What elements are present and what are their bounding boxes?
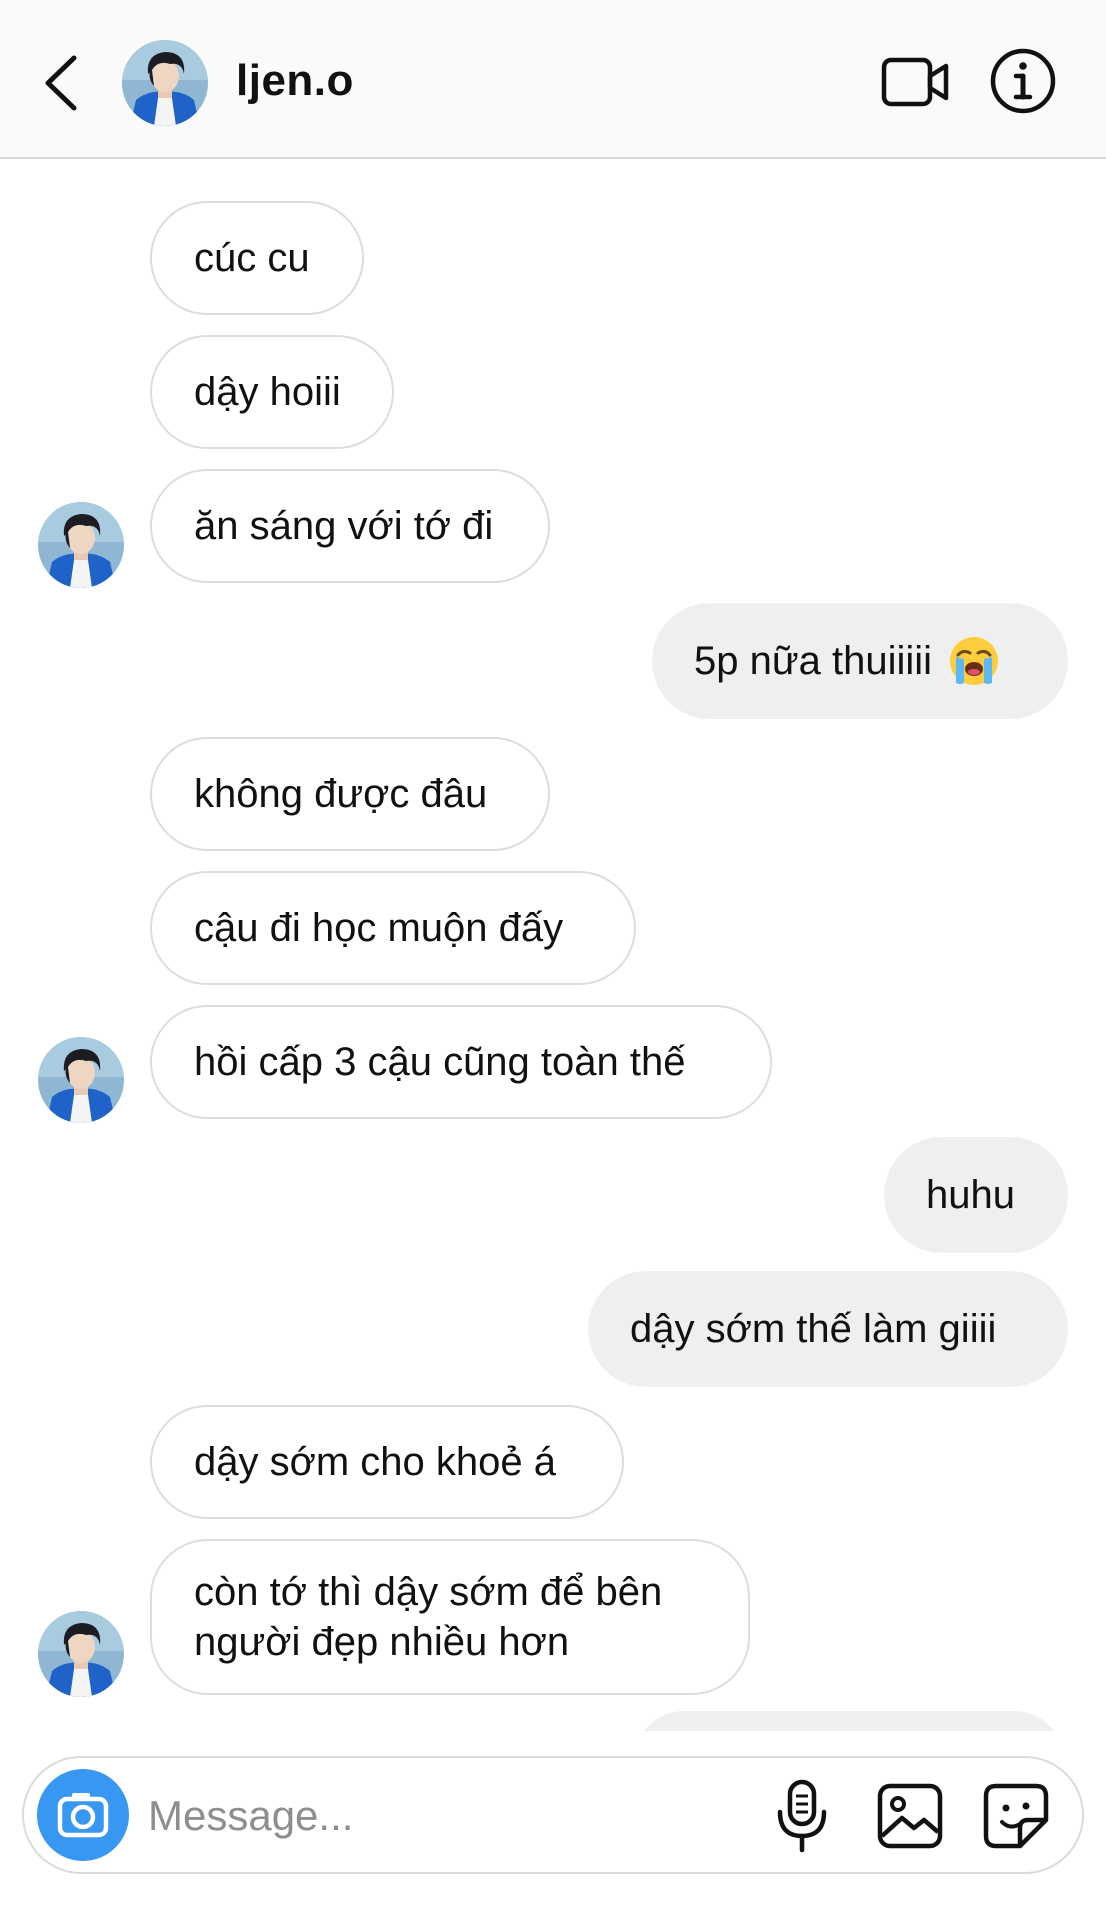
message-bubble-incoming[interactable]: ăn sáng với tớ đi [150,469,550,583]
message-bubble-outgoing[interactable]: huhu [884,1137,1068,1253]
microphone-icon[interactable] [772,1778,832,1854]
message-bubble-outgoing[interactable]: dậy sớm thế làm giiii [588,1271,1068,1387]
video-camera-icon[interactable] [880,52,952,112]
avatar[interactable] [122,40,208,126]
message-text: không được đâu [194,772,488,816]
message-text: hồi cấp 3 cậu cũng toàn thế [194,1040,686,1084]
message-bubble-incoming[interactable]: dậy hoiii [150,335,394,449]
message-text: còn tớ thì dậy sớm để bên người đẹp nhiề… [194,1570,663,1664]
message-bubble-outgoing[interactable] [634,1711,1064,1731]
message-text: cúc cu [194,236,310,280]
message-bubble-incoming[interactable]: không được đâu [150,737,550,851]
message-text: ăn sáng với tớ đi [194,504,494,548]
info-icon[interactable] [988,46,1058,116]
message-text: dậy sớm thế làm giiii [630,1307,997,1351]
message-list[interactable]: cúc cu dậy hoiii ăn sáng với tớ đi 5p nữ… [0,159,1106,1731]
username[interactable]: ljen.o [236,56,354,106]
message-bubble-incoming[interactable]: còn tớ thì dậy sớm để bên người đẹp nhiề… [150,1539,750,1695]
camera-icon[interactable] [34,1766,132,1864]
message-input[interactable] [146,1780,750,1852]
gallery-icon[interactable] [874,1780,946,1852]
loudly-crying-face-emoji [950,637,999,685]
chat-header: ljen.o [0,0,1106,159]
avatar[interactable] [38,1037,124,1123]
message-text: dậy sớm cho khoẻ á [194,1440,556,1484]
message-bubble-outgoing[interactable]: 5p nữa thuiiiii [652,603,1068,719]
message-bubble-incoming[interactable]: cậu đi học muộn đấy [150,871,636,985]
avatar[interactable] [38,502,124,588]
avatar[interactable] [38,1611,124,1697]
message-text: 5p nữa thuiiiii [694,639,933,683]
sticker-icon[interactable] [980,1780,1052,1852]
message-text: huhu [926,1173,1015,1217]
message-bubble-incoming[interactable]: hồi cấp 3 cậu cũng toàn thế [150,1005,772,1119]
message-bubble-incoming[interactable]: cúc cu [150,201,364,315]
message-text: cậu đi học muộn đấy [194,906,564,950]
message-composer [22,1756,1084,1874]
message-text: dậy hoiii [194,370,341,414]
message-bubble-incoming[interactable]: dậy sớm cho khoẻ á [150,1405,624,1519]
chevron-left-icon[interactable] [34,48,88,118]
